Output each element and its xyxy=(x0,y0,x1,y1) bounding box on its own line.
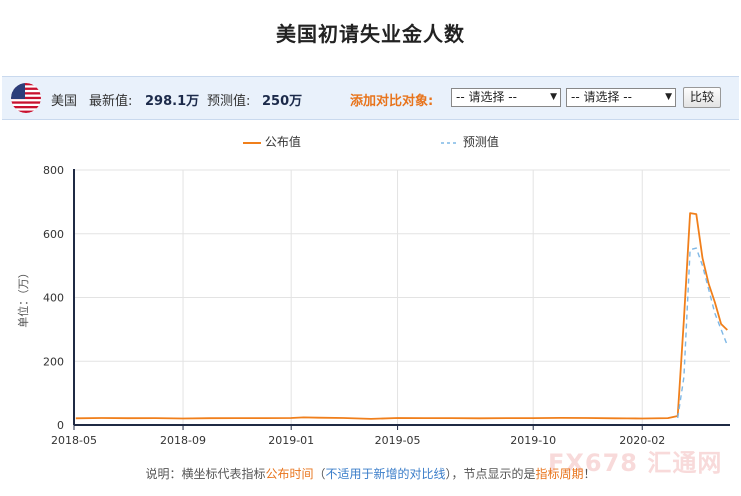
series-line-forecast xyxy=(677,247,728,419)
footnote-middle: ，节点显示的是 xyxy=(451,467,536,481)
x-tick-label: 2018-05 xyxy=(51,434,97,447)
forecast-value-label: 预测值: xyxy=(207,94,251,109)
y-tick-label: 400 xyxy=(43,292,64,305)
compare-select-1-value: -- 请选择 -- xyxy=(456,90,517,104)
dropdown-arrow-icon: ▼ xyxy=(550,92,557,102)
footnote-not-applicable: 不适用于新增的对比线 xyxy=(325,467,446,481)
y-tick-label: 200 xyxy=(43,355,64,368)
footnote-paren-open: （ xyxy=(313,467,326,481)
line-chart: 0 200 400 600 800 2018-05 2018-09 2019-01 2019-0… xyxy=(16,164,730,447)
x-tick-label: 2019-05 xyxy=(375,434,421,447)
compare-select-1[interactable]: -- 请选择 -- ▼ xyxy=(451,88,561,107)
y-tick-label: 0 xyxy=(57,419,64,432)
y-tick-label: 600 xyxy=(43,228,64,241)
footnote-prefix: 说明：横坐标代表指标 xyxy=(145,467,266,481)
x-tick-label: 2019-01 xyxy=(268,434,314,447)
forecast-value: 250万 xyxy=(262,94,303,109)
info-bar: 美国 最新值: 298.1万 预测值: 250万 添加对比对象: -- 请选择 … xyxy=(2,76,739,120)
compare-select-2-value: -- 请选择 -- xyxy=(571,90,632,104)
page-title: 美国初请失业金人数 xyxy=(276,22,465,46)
dropdown-arrow-icon: ▼ xyxy=(665,92,672,102)
footnote-period: 指标周期 xyxy=(535,467,584,481)
footnote: 说明：横坐标代表指标公布时间（不适用于新增的对比线），节点显示的是指标周期！ xyxy=(0,465,741,482)
footnote-release-time: 公布时间 xyxy=(265,467,314,481)
footnote-suffix: ！ xyxy=(583,467,596,481)
compare-label: 添加对比对象: xyxy=(350,94,434,109)
series-line-actual xyxy=(75,212,728,420)
compare-button[interactable]: 比较 xyxy=(683,87,721,108)
y-axis-label: 单位：（万） xyxy=(16,267,30,328)
us-flag-icon xyxy=(11,83,41,113)
y-tick-label: 800 xyxy=(43,164,64,177)
latest-value: 298.1万 xyxy=(145,94,200,109)
country-label: 美国 xyxy=(51,94,78,109)
x-tick-label: 2018-09 xyxy=(160,434,206,447)
latest-value-label: 最新值: xyxy=(89,94,133,109)
compare-select-2[interactable]: -- 请选择 -- ▼ xyxy=(566,88,676,107)
